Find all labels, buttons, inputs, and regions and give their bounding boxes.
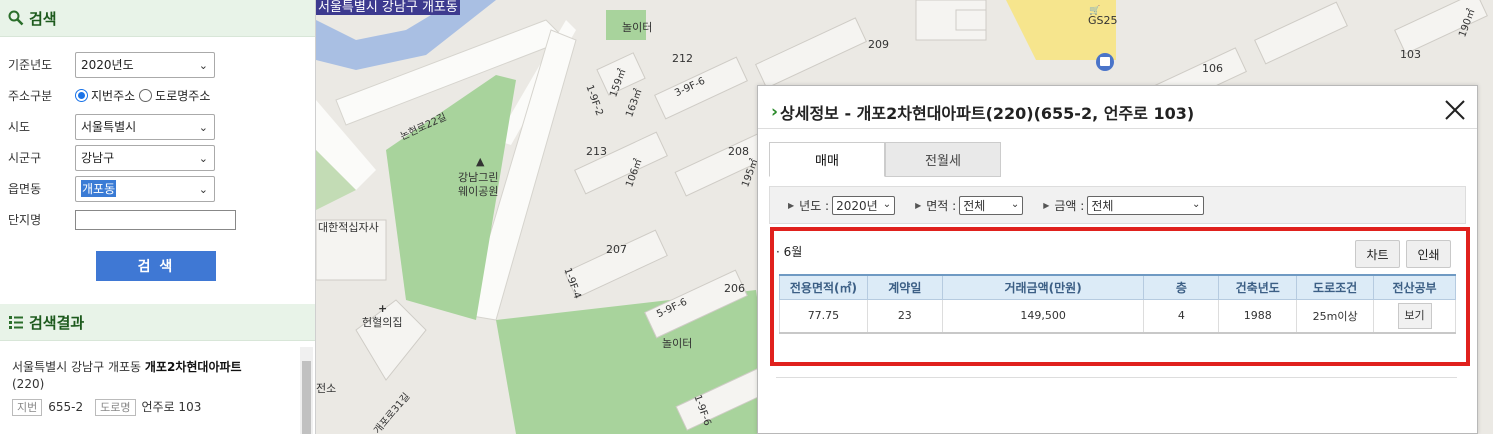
- filter-year-select[interactable]: 2020년 ⌄: [832, 195, 896, 215]
- cell-price: 149,500: [941, 299, 1145, 334]
- search-icon: [7, 9, 25, 27]
- chevron-down-icon: ⌄: [198, 120, 208, 134]
- search-section-title: 검색: [29, 9, 57, 28]
- triangle-right-icon: ▶: [788, 200, 795, 210]
- cell-contract-day: 23: [866, 299, 943, 334]
- map-label-building: 212: [672, 52, 693, 65]
- col-header: 계약일: [866, 274, 943, 300]
- year-label: 기준년도: [8, 58, 53, 72]
- result-item[interactable]: 서울특별시 강남구 개포동 개포2차현대아파트 (220) 지번 655-2 도…: [12, 359, 292, 416]
- chevron-down-icon: ⌄: [198, 151, 208, 165]
- results-section-header: 검색결과: [0, 304, 315, 341]
- chevron-down-icon: ⌄: [198, 58, 208, 72]
- sido-select[interactable]: 서울특별시 ⌄: [75, 113, 215, 140]
- search-section-header: 검색: [0, 0, 315, 37]
- cell-floor: 4: [1143, 299, 1220, 334]
- jibun-value: 655-2: [48, 400, 84, 414]
- detail-popup: › 상세정보 - 개포2차현대아파트(220)(655-2, 언주로 103) …: [757, 85, 1478, 434]
- cell-road-condition: 25m이상: [1296, 299, 1375, 334]
- complex-label: 단지명: [8, 213, 42, 227]
- map-label-building: 206: [724, 282, 745, 295]
- list-icon: [7, 313, 25, 331]
- popup-title: › 상세정보 - 개포2차현대아파트(220)(655-2, 언주로 103): [771, 100, 1194, 124]
- map-label-building: 103: [1400, 48, 1421, 61]
- col-header: 전산공부: [1373, 274, 1456, 300]
- dong-label: 읍면동: [8, 182, 42, 196]
- road-tag: 도로명: [95, 399, 136, 416]
- dong-select[interactable]: 개포동 ⌄: [75, 175, 215, 202]
- table-row: 77.75 23 149,500 4 1988 25m이상 보기: [779, 299, 1456, 334]
- map-label-jeonso: 전소: [316, 382, 337, 395]
- map-label-redcross: 대한적십자사: [318, 221, 379, 234]
- chevron-down-icon: ⌄: [1010, 198, 1020, 210]
- col-header: 전용면적(㎡): [779, 274, 868, 300]
- col-header: 건축년도: [1218, 274, 1298, 300]
- col-header: 거래금액(만원): [941, 274, 1145, 300]
- year-select[interactable]: 2020년도 ⌄: [75, 51, 215, 78]
- popup-title-text: 상세정보 - 개포2차현대아파트(220)(655-2, 언주로 103): [780, 104, 1195, 123]
- sigungu-select[interactable]: 강남구 ⌄: [75, 144, 215, 171]
- map-region-title: 서울특별시 강남구 개포동: [316, 0, 460, 15]
- jibun-tag: 지번: [12, 399, 43, 416]
- map-label-clinic: 헌혈의집: [362, 316, 403, 329]
- triangle-right-icon: ▶: [1043, 200, 1050, 210]
- radio-road-label[interactable]: 도로명주소: [155, 87, 210, 104]
- radio-road[interactable]: [139, 89, 153, 102]
- transaction-table: 전용면적(㎡) 계약일 거래금액(만원) 층 건축년도 도로조건 전산공부 77…: [779, 274, 1456, 334]
- search-button[interactable]: 검 색: [96, 251, 216, 281]
- print-button[interactable]: 인쇄: [1406, 240, 1451, 268]
- cell-build-year: 1988: [1218, 299, 1298, 334]
- tab-sale[interactable]: 매매: [769, 142, 885, 177]
- results-scrollbar[interactable]: [300, 347, 313, 434]
- complex-name-input[interactable]: [75, 209, 236, 230]
- map-label-building: 207: [606, 243, 627, 256]
- map-label-building: 209: [868, 38, 889, 51]
- radio-jibun-label[interactable]: 지번주소: [91, 87, 135, 104]
- result-address: 서울특별시 강남구 개포동: [12, 360, 145, 374]
- map-label-gs25: GS25: [1088, 14, 1118, 27]
- filter-area-select[interactable]: 전체 ⌄: [959, 195, 1024, 215]
- cell-records: 보기: [1373, 299, 1456, 334]
- map-label-building: 213: [586, 145, 607, 158]
- road-value: 언주로 103: [141, 400, 202, 414]
- map-label-playground: 놀이터: [622, 21, 653, 34]
- chevron-right-icon: ›: [771, 102, 779, 122]
- trade-tabs: 매매 전월세: [769, 142, 1001, 177]
- sido-label: 시도: [8, 120, 31, 134]
- close-icon[interactable]: [1443, 98, 1467, 122]
- chevron-down-icon: ⌄: [1191, 198, 1201, 210]
- filter-bar: ▶ 년도 : 2020년 ⌄ ▶ 면적 : 전체 ⌄ ▶ 금액 : 전체 ⌄: [769, 186, 1466, 224]
- tab-rent[interactable]: 전월세: [885, 142, 1001, 177]
- table-header-row: 전용면적(㎡) 계약일 거래금액(만원) 층 건축년도 도로조건 전산공부: [779, 274, 1456, 300]
- result-name-code: (220): [12, 377, 45, 391]
- chevron-down-icon: ⌄: [198, 182, 208, 196]
- col-header: 층: [1143, 274, 1220, 300]
- filter-price-label: 금액 :: [1054, 198, 1085, 213]
- radio-jibun[interactable]: [75, 89, 88, 102]
- chevron-down-icon: ⌄: [882, 198, 892, 210]
- result-name[interactable]: 개포2차현대아파트: [145, 360, 242, 374]
- sigungu-label: 시군구: [8, 151, 42, 165]
- search-panel: 검색 기준년도 2020년도 ⌄ 주소구분 지번주소 도로명주소 시도 서울특별시…: [0, 0, 316, 434]
- map-label-park: 웨이공원: [458, 185, 499, 198]
- triangle-right-icon: ▶: [915, 200, 922, 210]
- tree-icon: ▲: [476, 155, 485, 168]
- filter-area-label: 면적 :: [926, 198, 957, 213]
- filter-price-select[interactable]: 전체 ⌄: [1087, 195, 1205, 215]
- filter-year-label: 년도 :: [799, 198, 830, 213]
- month-label: · 6월: [776, 245, 803, 259]
- view-button[interactable]: 보기: [1397, 302, 1432, 329]
- cell-area: 77.75: [779, 299, 868, 334]
- map-label-building: 106: [1202, 62, 1223, 75]
- address-type-label: 주소구분: [8, 89, 53, 103]
- chart-button[interactable]: 차트: [1355, 240, 1400, 268]
- col-header: 도로조건: [1296, 274, 1375, 300]
- map-label-playground: 놀이터: [662, 337, 693, 350]
- results-section-title: 검색결과: [29, 313, 85, 332]
